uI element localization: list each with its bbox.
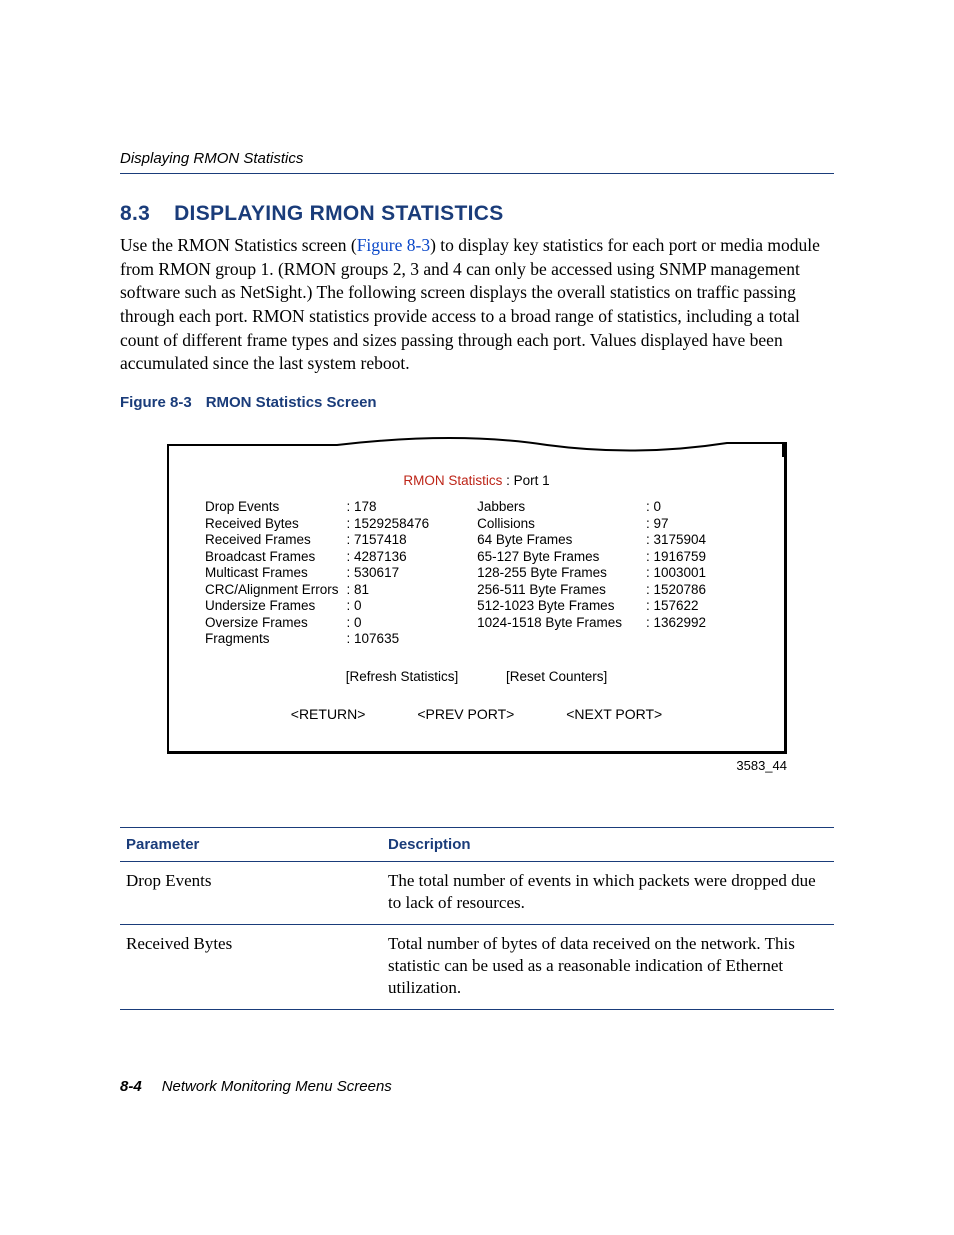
stats-left: Drop Events Received Bytes Received Fram… bbox=[205, 499, 429, 647]
page-footer: 8-4 Network Monitoring Menu Screens bbox=[120, 1078, 392, 1095]
stats-left-values: : 178 : 1529258476 : 7157418 : 4287136 :… bbox=[347, 499, 430, 647]
table-cell-parameter: Received Bytes bbox=[120, 925, 382, 1010]
screen-actions-row-2: <RETURN> <PREV PORT> <NEXT PORT> bbox=[205, 706, 748, 723]
footer-title: Network Monitoring Menu Screens bbox=[162, 1078, 392, 1095]
prev-port-button[interactable]: <PREV PORT> bbox=[417, 706, 514, 722]
screen-title-label: RMON Statistics bbox=[403, 473, 502, 488]
return-button[interactable]: <RETURN> bbox=[291, 706, 366, 722]
table-row: Received Bytes Total number of bytes of … bbox=[120, 925, 834, 1010]
running-header: Displaying RMON Statistics bbox=[120, 150, 834, 174]
table-cell-description: The total number of events in which pack… bbox=[382, 861, 834, 924]
next-port-button[interactable]: <NEXT PORT> bbox=[566, 706, 662, 722]
page: Displaying RMON Statistics 8.3 DISPLAYING… bbox=[0, 0, 954, 1235]
section-heading: 8.3 DISPLAYING RMON STATISTICS bbox=[120, 202, 834, 226]
stats-right-labels: Jabbers Collisions 64 Byte Frames 65-127… bbox=[477, 499, 622, 647]
screen-actions-row-1: [Refresh Statistics] [Reset Counters] bbox=[205, 669, 748, 685]
refresh-statistics-button[interactable]: [Refresh Statistics] bbox=[346, 669, 459, 684]
figure-screen: RMON Statistics : Port 1 Drop Events Rec… bbox=[167, 435, 787, 773]
section-number: 8.3 bbox=[120, 202, 150, 225]
figure-link[interactable]: Figure 8-3 bbox=[357, 235, 430, 255]
table-cell-parameter: Drop Events bbox=[120, 861, 382, 924]
section-paragraph: Use the RMON Statistics screen (Figure 8… bbox=[120, 234, 834, 376]
table-row: Drop Events The total number of events i… bbox=[120, 861, 834, 924]
table-cell-description: Total number of bytes of data received o… bbox=[382, 925, 834, 1010]
figure-caption-label: Figure 8-3 bbox=[120, 394, 192, 411]
table-header-parameter: Parameter bbox=[120, 827, 382, 861]
stats-right-values: : 0 : 97 : 3175904 : 1916759 : 1003001 :… bbox=[646, 499, 706, 647]
figure-caption-text: RMON Statistics Screen bbox=[206, 394, 377, 411]
screen-box: RMON Statistics : Port 1 Drop Events Rec… bbox=[167, 447, 787, 754]
figure-caption: Figure 8-3 RMON Statistics Screen bbox=[120, 394, 834, 411]
stats-right: Jabbers Collisions 64 Byte Frames 65-127… bbox=[477, 499, 706, 647]
stats-columns: Drop Events Received Bytes Received Fram… bbox=[205, 499, 748, 647]
screen-title-suffix: : Port 1 bbox=[502, 473, 549, 488]
section-title: DISPLAYING RMON STATISTICS bbox=[174, 202, 503, 225]
page-number: 8-4 bbox=[120, 1078, 142, 1095]
screen-title: RMON Statistics : Port 1 bbox=[205, 473, 748, 489]
reset-counters-button[interactable]: [Reset Counters] bbox=[506, 669, 607, 684]
table-header-description: Description bbox=[382, 827, 834, 861]
para-post: ) to display key statistics for each por… bbox=[120, 235, 820, 373]
para-pre: Use the RMON Statistics screen ( bbox=[120, 235, 357, 255]
figure-id: 3583_44 bbox=[167, 758, 787, 773]
stats-left-labels: Drop Events Received Bytes Received Fram… bbox=[205, 499, 339, 647]
parameter-table: Parameter Description Drop Events The to… bbox=[120, 827, 834, 1010]
